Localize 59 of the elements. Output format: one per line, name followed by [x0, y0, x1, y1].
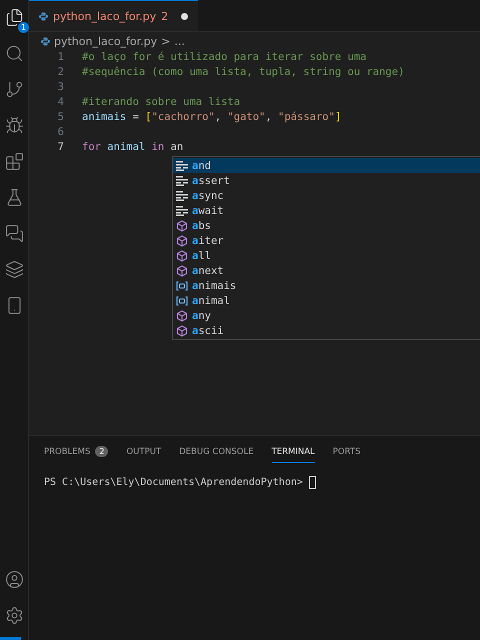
suggestion-item[interactable]: and [173, 158, 480, 173]
suggestion-item[interactable]: ascii [173, 323, 480, 338]
account-icon[interactable] [3, 568, 25, 590]
layers-icon[interactable] [3, 258, 25, 280]
suggestion-item[interactable]: await [173, 203, 480, 218]
line-number: 3 [56, 80, 65, 95]
chat-icon[interactable] [3, 222, 25, 244]
code-line: animais = ["cachorro", "gato", "pássaro"] [82, 110, 342, 125]
panel-tab[interactable]: PROBLEMS 2 [44, 444, 108, 463]
keyword-icon [176, 176, 188, 186]
suggestion-item[interactable]: assert [173, 173, 480, 188]
breadcrumb-separator: > [161, 34, 170, 48]
cube-icon [176, 234, 188, 246]
suggestion-item[interactable]: animal [173, 293, 480, 308]
code-line: #iterando sobre uma lista [82, 95, 240, 110]
suggestion-item[interactable]: all [173, 248, 480, 263]
code-line: for animal in an [82, 140, 184, 155]
breadcrumb-item[interactable]: python_laco_for.py [54, 34, 158, 48]
line-number: 4 [56, 95, 65, 110]
panel-tab[interactable]: PORTS [332, 444, 360, 463]
count-badge: 2 [95, 446, 108, 457]
blocks-icon[interactable] [3, 150, 25, 172]
variable-icon [176, 280, 188, 290]
keyword-icon [176, 190, 188, 200]
bug-icon[interactable] [3, 114, 25, 136]
python-file-icon [41, 36, 50, 46]
suggestion-item[interactable]: aiter [173, 233, 480, 248]
line-number: 2 [56, 65, 65, 80]
suggestion-item[interactable]: abs [173, 218, 480, 233]
cube-icon [176, 264, 188, 276]
status-bar-item [0, 637, 21, 640]
suggestion-item[interactable]: animais [173, 278, 480, 293]
panel-tab[interactable]: TERMINAL [272, 444, 315, 463]
suggestion-item[interactable]: any [173, 308, 480, 323]
code-line: #o laço for é utilizado para iterar sobre uma [82, 50, 366, 65]
line-number: 1 [56, 50, 65, 65]
python-file-icon [39, 12, 48, 20]
breadcrumb-item[interactable]: ... [174, 34, 185, 48]
cube-icon [176, 310, 188, 322]
terminal-prompt: PS C:\Users\Ely\Documents\AprendendoPython> [44, 477, 303, 488]
suggestion-item[interactable]: async [173, 188, 480, 203]
notification-badge: 1 [18, 22, 29, 33]
tab-title: python_laco_for.py [53, 10, 156, 22]
line-number: 7 [56, 140, 65, 155]
problem-count: 2 [161, 10, 168, 22]
line-number: 6 [56, 125, 65, 140]
cube-icon [176, 250, 188, 262]
suggestion-item[interactable]: anext [173, 263, 480, 278]
panel-tab[interactable]: OUTPUT [126, 444, 162, 463]
panel-tab[interactable]: DEBUG CONSOLE [179, 444, 254, 463]
cube-icon [176, 220, 188, 232]
line-number: 5 [56, 110, 65, 125]
editor-tab[interactable]: python_laco_for.py 2 [29, 0, 198, 31]
keyword-icon [176, 160, 188, 170]
variable-icon [176, 296, 188, 306]
keyword-icon [176, 206, 188, 216]
terminal-cursor [308, 476, 316, 489]
code-line: #sequência (como uma lista, tupla, string ou range) [82, 65, 404, 80]
cube-icon [176, 324, 188, 336]
